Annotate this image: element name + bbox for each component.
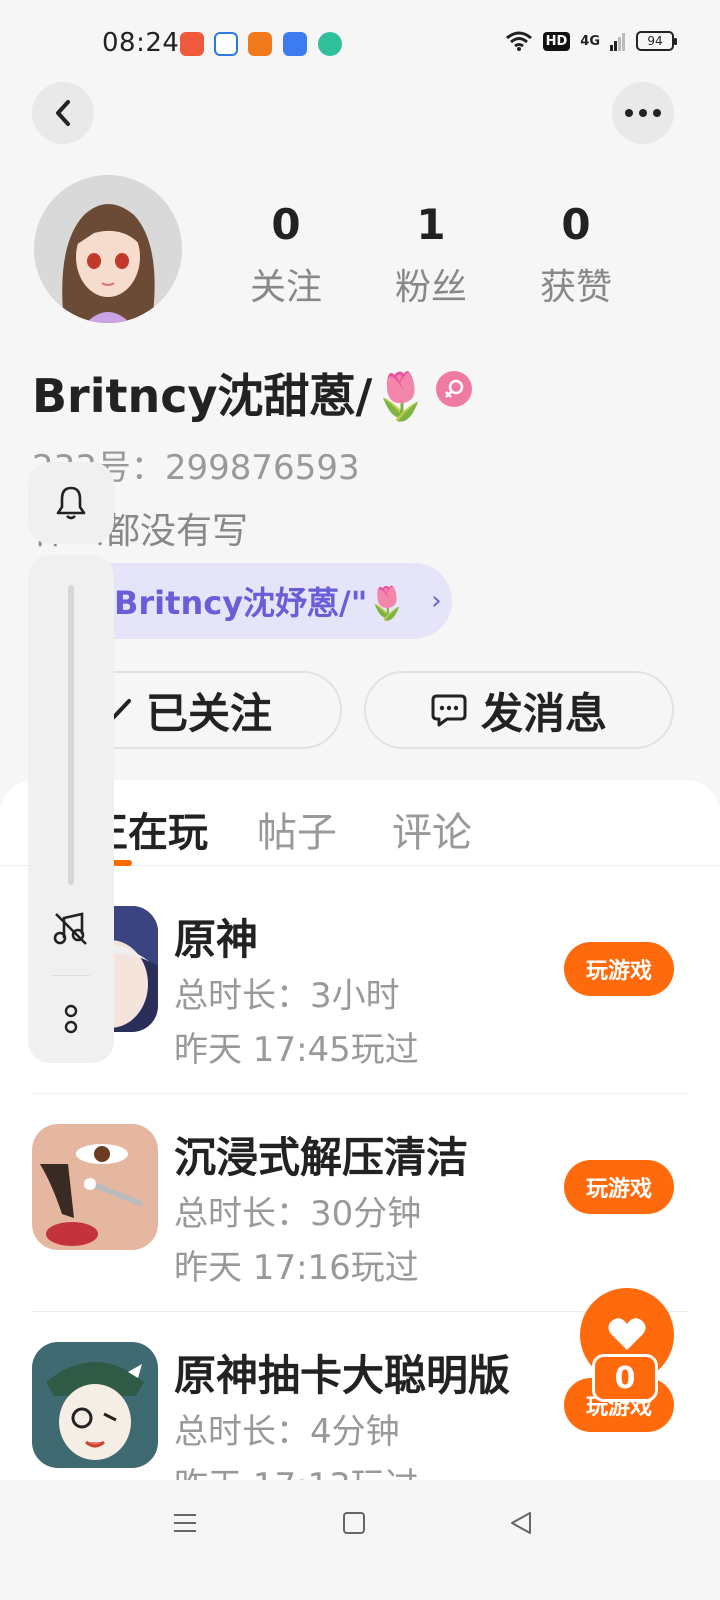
following-button-label: 已关注 (145, 688, 272, 738)
stat-fans-label: 粉丝 (394, 267, 467, 308)
stat-likes-label: 获赞 (539, 267, 612, 308)
ring-mode-button[interactable] (28, 462, 114, 544)
chevron-right-icon: › (431, 586, 442, 616)
linked-account-name: Britncy沈妤蒽/"🌷 (114, 584, 408, 622)
hd-badge: HD (542, 31, 571, 51)
message-button-label: 发消息 (480, 688, 607, 738)
home-icon[interactable] (342, 1510, 366, 1536)
more-vertical-icon[interactable] (62, 1003, 80, 1035)
back-nav-icon[interactable] (508, 1510, 534, 1536)
more-horizontal-icon (625, 109, 661, 117)
signal-icon (610, 33, 625, 51)
wifi-icon (505, 31, 532, 51)
battery-icon: 94 (636, 31, 677, 51)
stat-fans[interactable]: 1 粉丝 (366, 200, 496, 310)
game-last-played: 昨天 17:16玩过 (174, 1248, 419, 1288)
play-game-button[interactable]: 玩游戏 (564, 942, 674, 996)
network-type: 4G (580, 33, 600, 49)
chevron-left-icon (56, 100, 70, 126)
status-bar: 08:24 HD 4G 94 (0, 0, 720, 88)
bell-icon (56, 486, 86, 520)
username: Britncy沈甜蒽/🌷 (32, 369, 430, 423)
game-last-played: 昨天 17:45玩过 (174, 1030, 419, 1070)
notification-app-icon (318, 32, 342, 56)
stat-following[interactable]: 0 关注 (221, 200, 351, 310)
avatar-illustration (34, 175, 182, 323)
system-nav-bar (0, 1480, 720, 1600)
tab-comments[interactable]: 评论 (392, 800, 472, 858)
game-icon-cleaning (32, 1124, 158, 1250)
female-icon (436, 371, 472, 407)
game-duration: 总时长：3小时 (174, 976, 400, 1016)
game-duration: 总时长：30分钟 (174, 1194, 422, 1234)
stat-following-count: 0 (271, 200, 301, 249)
notification-app-icon (180, 32, 204, 56)
game-duration: 总时长：4分钟 (174, 1412, 400, 1452)
music-mute-icon[interactable] (52, 910, 90, 946)
tab-posts[interactable]: 帖子 (257, 800, 337, 858)
game-name: 原神 (174, 915, 259, 964)
stat-likes-count: 0 (561, 200, 591, 249)
game-row[interactable]: 沉浸式解压清洁 总时长：30分钟 昨天 17:16玩过 玩游戏 (0, 1094, 720, 1312)
notification-app-icon (283, 32, 307, 56)
game-name: 沉浸式解压清洁 (174, 1133, 469, 1182)
volume-slider[interactable] (68, 585, 74, 885)
stat-fans-count: 1 (416, 200, 446, 249)
message-button[interactable]: 发消息 (364, 671, 674, 749)
heart-icon (608, 1318, 646, 1350)
game-icon-gacha (32, 1342, 158, 1468)
like-count: 0 (592, 1354, 658, 1402)
chat-bubble-icon (431, 694, 467, 727)
status-time: 08:24 (102, 28, 180, 58)
panel-divider (52, 975, 90, 976)
avatar[interactable] (34, 175, 182, 323)
stat-following-label: 关注 (249, 267, 322, 308)
volume-panel (28, 555, 114, 1063)
notification-app-icon (214, 32, 238, 56)
notification-app-icon (248, 32, 272, 56)
play-game-button[interactable]: 玩游戏 (564, 1160, 674, 1214)
menu-icon[interactable] (172, 1510, 198, 1536)
stat-likes[interactable]: 0 获赞 (511, 200, 641, 310)
more-button[interactable] (612, 82, 674, 144)
back-button[interactable] (32, 82, 94, 144)
status-indicators: HD 4G 94 (505, 30, 677, 52)
game-name: 原神抽卡大聪明版 (174, 1351, 511, 1400)
